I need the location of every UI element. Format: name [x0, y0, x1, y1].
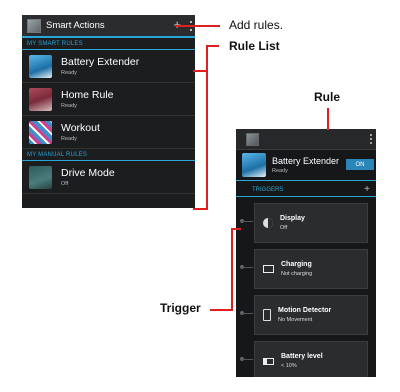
rule-status: Ready	[61, 103, 77, 109]
home-thumb-icon	[29, 87, 52, 111]
rule-list-callout-label: Rule List	[229, 39, 280, 53]
rule-name: Workout	[61, 122, 100, 134]
trigger-connector-line	[241, 267, 253, 268]
rule-status: Ready	[61, 70, 77, 76]
rule-header: Battery Extender Ready ON	[236, 150, 376, 181]
rule-item-drive-mode[interactable]: Drive Mode Off	[22, 161, 195, 194]
trigger-bracket-vertical	[231, 228, 233, 311]
triggers-header-label: TRIGGERS	[252, 187, 284, 193]
smart-actions-app-icon[interactable]	[27, 18, 41, 33]
rule-item-workout[interactable]: Workout Ready	[22, 116, 195, 149]
trigger-status: Off	[280, 225, 288, 231]
trigger-item-display[interactable]: Display Off	[240, 203, 368, 243]
trigger-connector-line	[241, 221, 253, 222]
trigger-name: Motion Detector	[278, 307, 332, 314]
rule-detail-screen: Battery Extender Ready ON TRIGGERS + Dis…	[236, 129, 376, 377]
trigger-callout-label: Trigger	[160, 301, 201, 315]
section-header-manual-rules: MY MANUAL RULES	[22, 149, 195, 161]
motion-icon	[263, 309, 271, 321]
rule-name: Battery Extender	[61, 56, 140, 68]
rule-list-bracket-top	[193, 70, 208, 72]
trigger-status: No Movement	[278, 317, 313, 323]
add-rules-callout-label: Add rules.	[229, 18, 284, 32]
rule-item-home-rule[interactable]: Home Rule Ready	[22, 83, 195, 116]
rule-name: Battery Extender	[272, 156, 340, 166]
trigger-item-battery-level[interactable]: Battery level < 10%	[240, 341, 368, 377]
add-trigger-button[interactable]: +	[364, 184, 370, 195]
rule-status: Off	[61, 181, 69, 187]
battery-thumb-icon	[29, 54, 52, 78]
display-icon	[263, 218, 273, 228]
rule-name: Drive Mode	[61, 167, 115, 179]
app-title: Smart Actions	[46, 20, 105, 31]
rule-callout-label: Rule	[314, 90, 341, 104]
charging-icon	[263, 265, 274, 273]
trigger-name: Battery level	[281, 353, 323, 360]
trigger-item-motion-detector[interactable]: Motion Detector No Movement	[240, 295, 368, 335]
rule-status: Ready	[272, 168, 288, 174]
workout-thumb-icon	[29, 120, 52, 144]
trigger-bracket-top	[231, 228, 241, 230]
battery-icon	[263, 357, 274, 365]
battery-thumb-icon	[242, 153, 266, 177]
add-rules-callout-line	[176, 25, 220, 27]
action-bar: Smart Actions +	[22, 15, 195, 38]
rule-list-bracket-bottom	[193, 208, 208, 210]
trigger-connector-line	[241, 313, 253, 314]
section-header-smart-rules: MY SMART RULES	[22, 38, 195, 50]
trigger-item-charging[interactable]: Charging Not charging	[240, 249, 368, 289]
trigger-status: < 10%	[281, 363, 297, 369]
drive-thumb-icon	[29, 165, 52, 189]
smart-actions-app-icon[interactable]	[246, 133, 259, 146]
trigger-name: Display	[280, 215, 305, 222]
rule-status: Ready	[61, 136, 77, 142]
trigger-status: Not charging	[281, 271, 313, 277]
rule-callout-line	[327, 108, 329, 130]
action-bar	[236, 129, 376, 150]
trigger-list: Display Off Charging Not charging Motion…	[236, 197, 376, 377]
trigger-callout-line	[210, 309, 232, 311]
trigger-connector-line	[241, 359, 253, 360]
rule-on-toggle[interactable]: ON	[346, 159, 374, 170]
rule-name: Home Rule	[61, 89, 114, 101]
trigger-name: Charging	[281, 261, 312, 268]
triggers-header: TRIGGERS +	[236, 181, 376, 197]
rule-item-battery-extender[interactable]: Battery Extender Ready	[22, 50, 195, 83]
smart-actions-screen: Smart Actions + MY SMART RULES Battery E…	[22, 15, 195, 208]
overflow-menu-icon[interactable]	[370, 133, 372, 144]
